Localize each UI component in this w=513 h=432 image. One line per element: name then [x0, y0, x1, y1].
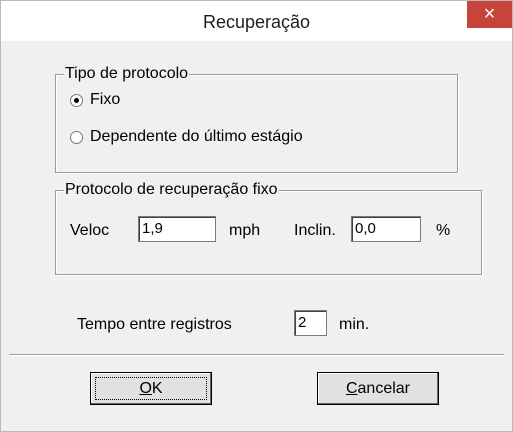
speed-label: Veloc — [70, 222, 110, 239]
radio-fixo[interactable]: Fixo — [62, 89, 262, 111]
window-title: Recuperação — [202, 12, 311, 32]
dialog-client: Tipo de protocolo Fixo Dependente do últ… — [9, 41, 504, 425]
radio-dependente-button[interactable] — [70, 131, 83, 144]
cancel-button[interactable]: Cancelar — [317, 372, 439, 405]
close-button[interactable]: × — [467, 1, 512, 28]
focus-rectangle — [95, 377, 207, 400]
separator — [9, 354, 504, 356]
dialog-window: Recuperação × Tipo de protocolo Fixo Dep… — [0, 0, 513, 432]
cancel-label-rest: ancelar — [357, 380, 411, 397]
protocol-type-legend: Tipo de protocolo — [64, 64, 190, 84]
radio-dependente[interactable]: Dependente do último estágio — [62, 126, 382, 148]
radio-fixo-label: Fixo — [90, 91, 121, 108]
interval-label: Tempo entre registros — [77, 316, 232, 333]
title-bar[interactable]: Recuperação × — [1, 1, 512, 41]
ok-button[interactable]: OK — [90, 372, 212, 405]
close-icon: × — [483, 3, 496, 25]
speed-input[interactable]: 1,9 — [138, 216, 216, 242]
protocol-type-group: Tipo de protocolo Fixo Dependente do últ… — [55, 64, 458, 173]
fixed-protocol-group: Protocolo de recuperação fixo Veloc 1,9 … — [55, 180, 482, 275]
incline-input[interactable]: 0,0 — [351, 216, 421, 242]
radio-selected-dot — [74, 98, 79, 103]
interval-unit: min. — [339, 316, 370, 333]
radio-dependente-label: Dependente do último estágio — [90, 128, 303, 145]
radio-fixo-button[interactable] — [70, 94, 83, 107]
fixed-protocol-legend: Protocolo de recuperação fixo — [64, 180, 279, 200]
incline-label: Inclin. — [294, 222, 336, 239]
incline-unit: % — [436, 222, 451, 239]
cancel-mnemonic: C — [345, 380, 358, 397]
speed-unit: mph — [229, 222, 261, 239]
interval-input[interactable]: 2 — [294, 310, 327, 336]
